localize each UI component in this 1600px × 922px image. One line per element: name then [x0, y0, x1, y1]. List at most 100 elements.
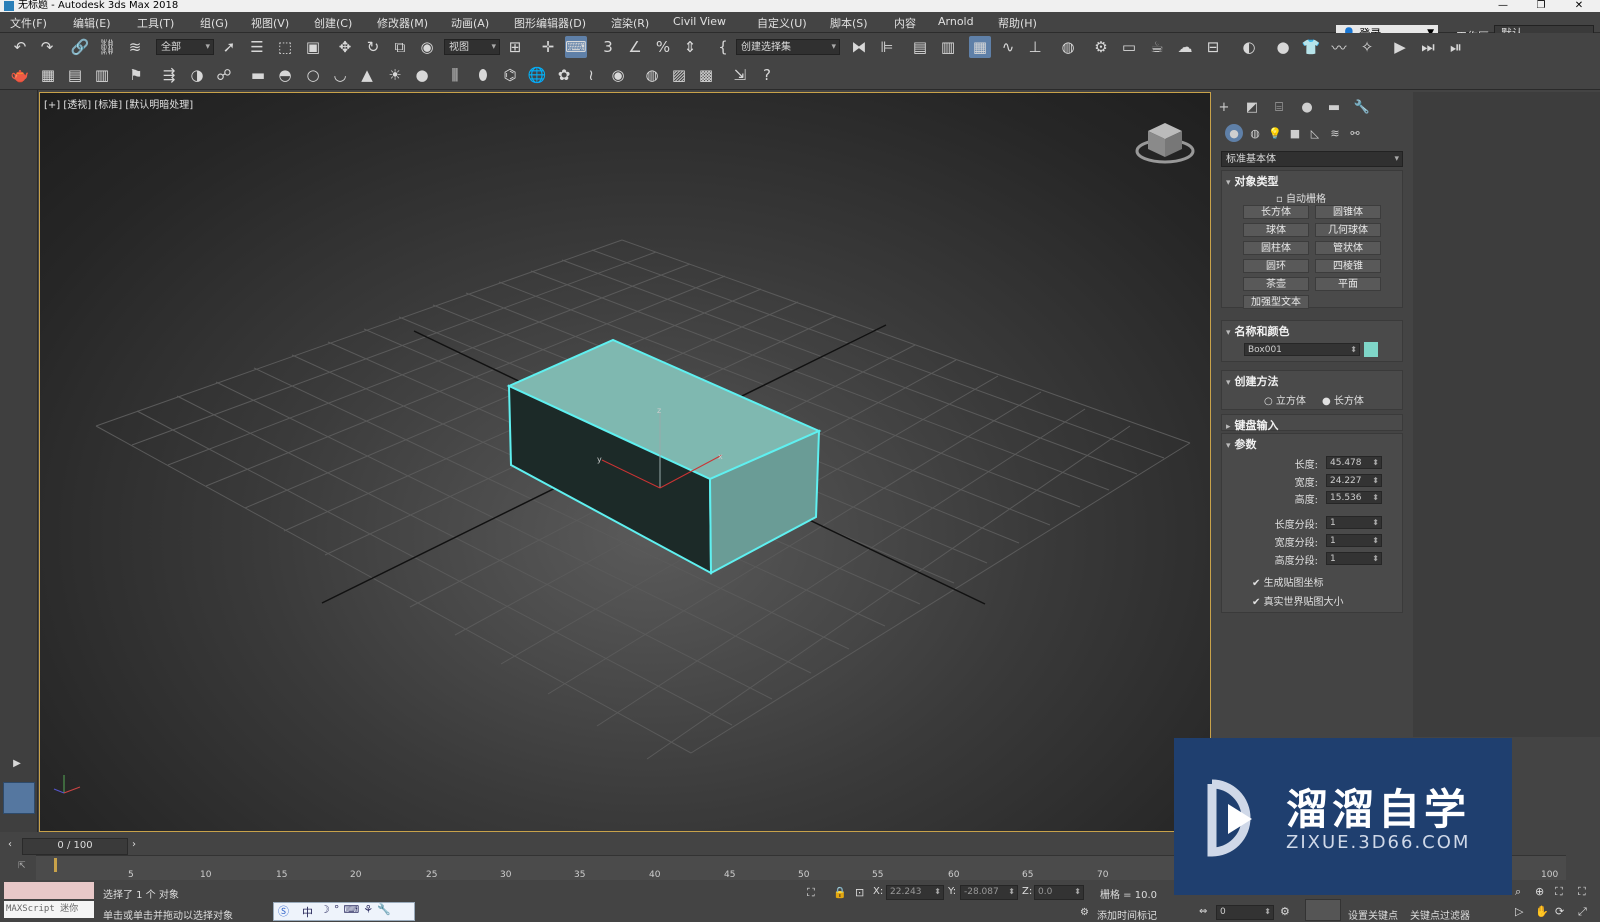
torus-icon[interactable]: ◡ [329, 64, 351, 86]
plane-button[interactable]: 平面 [1315, 277, 1381, 291]
move-icon[interactable]: ✥ [334, 36, 356, 58]
utilities-tab-icon[interactable]: 🔧 [1351, 96, 1373, 118]
play-icon[interactable]: ▶ [6, 752, 28, 774]
time-slider-marker[interactable] [54, 858, 57, 872]
render-image-icon[interactable]: ▨ [668, 64, 690, 86]
spinner-snap-icon[interactable]: ⇕ [679, 36, 701, 58]
ime-toolbar[interactable]: Ⓢ 中 ☽°⌨⚘🔧 [273, 902, 415, 921]
lock-icon[interactable]: 🔒 [833, 886, 847, 899]
length-segs-spinner[interactable]: 1 [1326, 516, 1382, 529]
y-coord-field[interactable]: -28.087 [960, 885, 1018, 900]
absolute-mode-icon[interactable]: ⊡ [855, 886, 864, 899]
material-editor-icon[interactable]: ◍ [1057, 36, 1079, 58]
menu-arnold[interactable]: Arnold [938, 15, 974, 28]
light-bulb-icon[interactable]: ● [411, 64, 433, 86]
viewport-layout-button[interactable] [3, 782, 35, 814]
menu-views[interactable]: 视图(V) [251, 15, 289, 31]
key-mode-icon[interactable]: ⇔ [1199, 906, 1207, 917]
scene-explorer-icon[interactable]: ▤ [909, 36, 931, 58]
selection-set-dropdown[interactable]: 创建选择集 [736, 39, 840, 55]
helpers-icon[interactable]: ◺ [1306, 124, 1324, 142]
zoom-all-icon[interactable]: ⊕ [1535, 885, 1544, 898]
width-segs-spinner[interactable]: 1 [1326, 534, 1382, 547]
box-prim-icon[interactable]: ▬ [247, 64, 269, 86]
teapot-render-icon[interactable]: 🫖 [9, 64, 31, 86]
ref-coord-dropdown[interactable]: 视图 [444, 39, 500, 55]
sphere-button[interactable]: 球体 [1243, 223, 1309, 237]
half-moon-icon[interactable]: ◑ [186, 64, 208, 86]
selection-filter-dropdown[interactable]: 全部 [156, 39, 214, 55]
category-dropdown[interactable]: 标准基本体 [1221, 151, 1403, 167]
curve-editor-icon[interactable]: ∿ [997, 36, 1019, 58]
cloth-icon[interactable]: 👕 [1300, 36, 1322, 58]
torus-button[interactable]: 圆环 [1243, 259, 1309, 273]
fov-icon[interactable]: ▷ [1515, 905, 1523, 918]
height-spinner[interactable]: 15.536 [1326, 491, 1382, 504]
zoom-icon[interactable]: ⌕ [1515, 885, 1521, 899]
scale-icon[interactable]: ⧉ [389, 36, 411, 58]
cone-button[interactable]: 圆锥体 [1315, 205, 1381, 219]
menu-animation[interactable]: 动画(A) [451, 15, 489, 31]
cameras-icon[interactable]: ■ [1286, 124, 1304, 142]
menu-graph-editors[interactable]: 图形编辑器(D) [514, 15, 586, 31]
help-icon[interactable]: ? [756, 64, 778, 86]
object-color-swatch[interactable] [1364, 342, 1378, 357]
dome-icon[interactable]: ◓ [274, 64, 296, 86]
env-icon[interactable]: ▦ [37, 64, 59, 86]
select-manipulate-icon[interactable]: ✛ [537, 36, 559, 58]
video-post-2-icon[interactable]: ⏭ [1417, 36, 1439, 58]
link-icon[interactable]: 🔗 [69, 36, 91, 58]
isolate-icon[interactable]: ⛶ [807, 886, 815, 900]
key-filters-button[interactable]: 关键点过滤器 [1410, 907, 1470, 922]
motion-tab-icon[interactable]: ● [1296, 96, 1318, 118]
display-tab-icon[interactable]: ▬ [1323, 96, 1345, 118]
morph-icon[interactable]: ⇶ [158, 64, 180, 86]
schematic-view-icon[interactable]: ⊥ [1024, 36, 1046, 58]
length-spinner[interactable]: 45.478 [1326, 456, 1382, 469]
zoom-extents-icon[interactable]: ⛶ [1555, 885, 1563, 899]
minimize-icon[interactable]: — [1488, 0, 1518, 12]
menu-customize[interactable]: 自定义(U) [757, 15, 807, 31]
box-button[interactable]: 长方体 [1243, 205, 1309, 219]
pivot-center-icon[interactable]: ⊞ [504, 36, 526, 58]
menu-content[interactable]: 内容 [894, 15, 916, 31]
render-cloud-icon[interactable]: ☁ [1174, 36, 1196, 58]
particle-icon[interactable]: ✧ [1356, 36, 1378, 58]
teapot-button[interactable]: 茶壶 [1243, 277, 1309, 291]
align-icon[interactable]: ⊫ [876, 36, 898, 58]
systems-icon[interactable]: ⚯ [1346, 124, 1364, 142]
keyboard-shortcut-toggle-icon[interactable]: ⌨ [565, 36, 587, 58]
menu-edit[interactable]: 编辑(E) [73, 15, 111, 31]
capsule-icon[interactable]: ⬮ [472, 64, 494, 86]
window-crossing-icon[interactable]: ▣ [302, 36, 324, 58]
menu-civil-view[interactable]: Civil View [673, 15, 726, 28]
box001-object[interactable]: z x y [506, 338, 822, 575]
menu-rendering[interactable]: 渲染(R) [611, 15, 649, 31]
maxscript-listener[interactable] [4, 882, 94, 899]
name-color-header[interactable]: ▾ 名称和颜色 [1226, 323, 1290, 339]
trackbar-toggle-icon[interactable]: ⇱ [18, 861, 26, 871]
layer-explorer-icon[interactable]: ▥ [937, 36, 959, 58]
video-post-3-icon[interactable]: ⏯ [1445, 36, 1467, 58]
shapes-icon[interactable]: ◍ [1246, 124, 1264, 142]
a360-icon[interactable]: ◐ [1238, 36, 1260, 58]
viewcube-icon[interactable] [1135, 123, 1195, 164]
place-icon[interactable]: ◉ [416, 36, 438, 58]
lights-icon[interactable]: 💡 [1266, 124, 1284, 142]
z-coord-field[interactable]: 0.0 [1034, 885, 1084, 900]
angle-snap-icon[interactable]: ∠ [624, 36, 646, 58]
object-name-input[interactable]: Box001 [1244, 343, 1360, 356]
select-by-name-icon[interactable]: ☰ [246, 36, 268, 58]
time-slider[interactable]: 0 / 100 [22, 838, 128, 855]
hierarchy-tab-icon[interactable]: ⌸ [1268, 96, 1290, 118]
width-spinner[interactable]: 24.227 [1326, 474, 1382, 487]
real-world-map-size-checkbox[interactable]: ✔ 真实世界贴图大小 [1252, 593, 1344, 608]
orbit-icon[interactable]: ⟳ [1555, 905, 1564, 918]
group-icon[interactable]: ☍ [213, 64, 235, 86]
unlink-icon[interactable]: ⛓ [96, 36, 118, 58]
timeline-next-icon[interactable]: › [132, 839, 136, 850]
table-icon[interactable]: ▥ [91, 64, 113, 86]
select-object-icon[interactable]: ➚ [218, 36, 240, 58]
menu-help[interactable]: 帮助(H) [998, 15, 1037, 31]
creation-method-header[interactable]: ▾ 创建方法 [1226, 373, 1279, 389]
